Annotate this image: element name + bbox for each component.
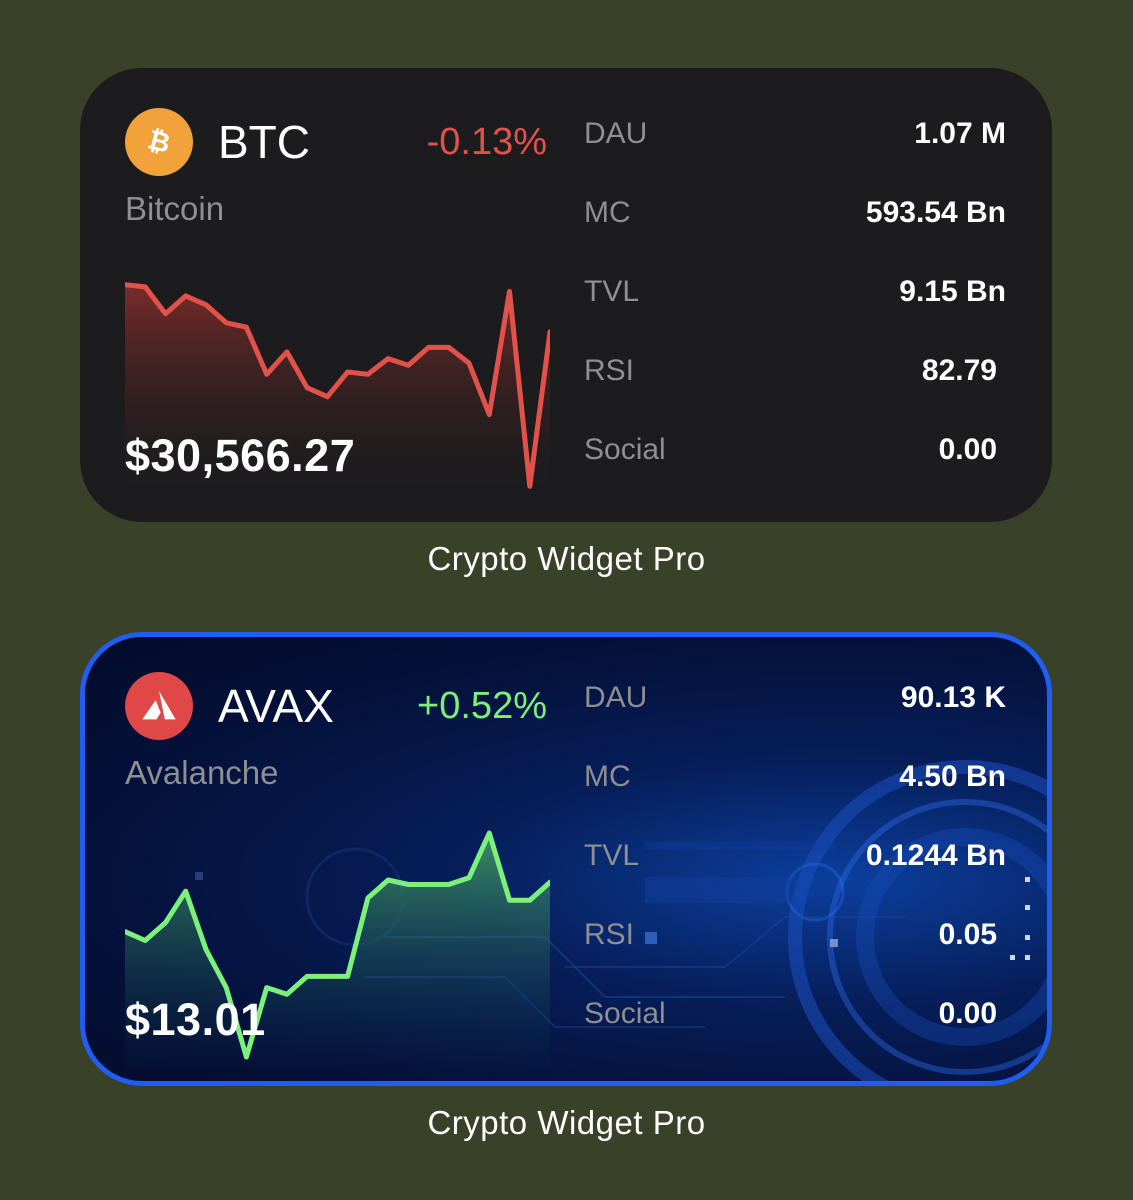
avalanche-icon: [125, 672, 193, 740]
stat-row-rsi: RSI 82.79: [584, 343, 1006, 422]
stat-label: Social: [584, 997, 666, 1030]
stat-value: 9.15 Bn: [899, 275, 1006, 308]
stat-value: 0.00: [938, 997, 997, 1030]
stat-value: 0.1244 Bn: [865, 839, 1006, 872]
widget-caption: Crypto Widget Pro: [427, 1104, 706, 1141]
stat-row-mc: MC 593.54 Bn: [584, 185, 1006, 264]
stat-value: 593.54 Bn: [865, 196, 1006, 229]
price-change-percent: -0.13%: [426, 121, 547, 163]
stat-row-dau: DAU 1.07 M: [584, 106, 1006, 185]
stat-label: MC: [584, 196, 631, 229]
stat-label: DAU: [584, 681, 648, 714]
coin-name: Bitcoin: [125, 190, 225, 227]
stat-row-tvl: TVL 9.15 Bn: [584, 264, 1006, 343]
stat-label: DAU: [584, 117, 648, 150]
stat-value: 4.50 Bn: [899, 760, 1006, 793]
stat-value: 0.05: [938, 918, 997, 951]
stat-row-social: Social 0.00: [584, 422, 1006, 501]
stats-panel: DAU 90.13 K MC 4.50 Bn TVL 0.1244 Bn RSI…: [584, 670, 1006, 1065]
stat-row-dau: DAU 90.13 K: [584, 670, 1006, 749]
stat-row-rsi: RSI 0.05: [584, 907, 1006, 986]
stat-value: 0.00: [938, 433, 997, 466]
bitcoin-icon: ₿: [125, 108, 193, 176]
stat-label: RSI: [584, 918, 635, 951]
coin-name: Avalanche: [125, 754, 279, 791]
btc-widget[interactable]: ₿ BTC -0.13% Bitcoin $30,566.27 DAU 1.07…: [80, 68, 1052, 522]
stat-label: RSI: [584, 354, 635, 387]
current-price: $30,566.27: [125, 430, 356, 481]
stat-value: 1.07 M: [914, 117, 1006, 150]
stat-label: MC: [584, 760, 631, 793]
svg-text:₿: ₿: [145, 125, 174, 159]
stat-row-mc: MC 4.50 Bn: [584, 749, 1006, 828]
stat-value: 90.13 K: [900, 681, 1006, 714]
coin-symbol: AVAX: [218, 680, 334, 732]
stat-label: Social: [584, 433, 666, 466]
stat-label: TVL: [584, 275, 640, 308]
coin-symbol: BTC: [218, 116, 310, 168]
current-price: $13.01: [125, 994, 266, 1045]
stat-row-tvl: TVL 0.1244 Bn: [584, 828, 1006, 907]
avax-widget[interactable]: AVAX +0.52% Avalanche $13.01 DAU 90.13 K…: [80, 632, 1052, 1086]
stat-value: 82.79: [921, 354, 997, 387]
stats-panel: DAU 1.07 M MC 593.54 Bn TVL 9.15 Bn RSI …: [584, 106, 1006, 501]
stat-row-social: Social 0.00: [584, 986, 1006, 1065]
stat-label: TVL: [584, 839, 640, 872]
widget-caption: Crypto Widget Pro: [427, 540, 706, 577]
price-change-percent: +0.52%: [417, 685, 547, 727]
